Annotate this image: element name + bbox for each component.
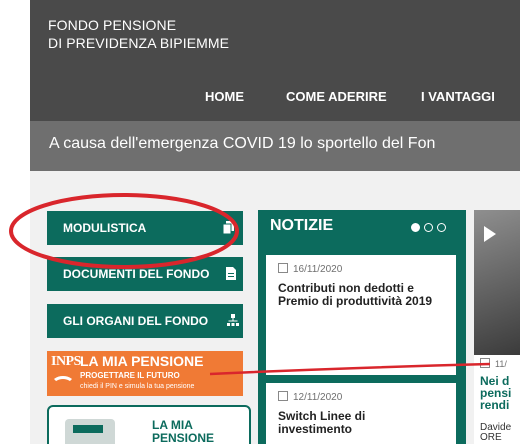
documenti-del-fondo-label: DOCUMENTI DEL FONDO [63, 267, 210, 281]
news-date-text: 16/11/2020 [293, 264, 343, 275]
page-frame: FONDO PENSIONE DI PREVIDENZA BIPIEMME HO… [30, 0, 520, 444]
news-title: NOTIZIE [270, 217, 334, 234]
inps-swoosh-icon [51, 376, 75, 394]
calendar-icon [278, 263, 288, 273]
document-icon [226, 267, 236, 280]
featured-article[interactable]: 11/ Nei d pensi rendi Davide ORE [474, 210, 520, 444]
news-card[interactable]: 12/11/2020 Switch Linee di investimento [266, 383, 456, 444]
inps-logo: INPS [51, 354, 81, 369]
inps-la-mia-pensione-banner[interactable]: INPS LA MIA PENSIONE PROGETTARE IL FUTUR… [47, 351, 243, 396]
play-icon[interactable] [484, 226, 496, 242]
main-nav: HOME COME ADERIRE I VANTAGGI [30, 89, 520, 107]
news-date: 16/11/2020 [278, 263, 342, 275]
carousel-dot-3[interactable] [437, 223, 446, 232]
nav-item-i-vantaggi[interactable]: I VANTAGGI [421, 89, 495, 104]
site-logo[interactable]: FONDO PENSIONE DI PREVIDENZA BIPIEMME [48, 16, 229, 52]
calculator-icon [65, 419, 115, 444]
featured-author: Davide ORE [480, 422, 512, 443]
featured-date-text: 11/ [495, 359, 507, 369]
nav-item-home[interactable]: HOME [205, 89, 244, 104]
site-header: FONDO PENSIONE DI PREVIDENZA BIPIEMME HO… [30, 0, 520, 121]
inps-subtitle: PROGETTARE IL FUTURO [80, 371, 180, 380]
modulistica-button[interactable]: MODULISTICA [47, 211, 243, 245]
la-mia-pensione-line-2: PENSIONE [152, 431, 215, 444]
la-mia-pensione-label: LA MIA PENSIONE [152, 419, 214, 444]
document-stack-icon [223, 221, 234, 234]
modulistica-label: MODULISTICA [63, 221, 147, 235]
news-date-text: 12/11/2020 [293, 392, 343, 403]
covid-banner-text: A causa dell'emergenza COVID 19 lo sport… [49, 135, 436, 152]
inps-title: LA MIA PENSIONE [80, 353, 204, 369]
carousel-dot-1[interactable] [411, 223, 420, 232]
brand-line-2: DI PREVIDENZA BIPIEMME [48, 35, 230, 51]
featured-title[interactable]: Nei d pensi rendi [480, 375, 511, 411]
covid-banner: A causa dell'emergenza COVID 19 lo sport… [30, 121, 520, 171]
news-panel: NOTIZIE 16/11/2020 Contributi non dedott… [258, 210, 466, 444]
gli-organi-del-fondo-label: GLI ORGANI DEL FONDO [63, 314, 209, 328]
news-headline[interactable]: Switch Linee di investimento [278, 410, 428, 436]
calendar-icon [278, 391, 288, 401]
org-chart-icon [227, 314, 239, 326]
featured-photo [474, 210, 520, 355]
news-card[interactable]: 16/11/2020 Contributi non dedotti e Prem… [266, 255, 456, 375]
la-mia-pensione-card[interactable]: LA MIA PENSIONE [47, 405, 251, 444]
documenti-del-fondo-button[interactable]: DOCUMENTI DEL FONDO [47, 257, 243, 291]
news-headline[interactable]: Contributi non dedotti e Premio di produ… [278, 282, 456, 308]
gli-organi-del-fondo-button[interactable]: GLI ORGANI DEL FONDO [47, 304, 243, 338]
inps-note: chiedi il PIN e simula la tua pensione [80, 383, 195, 390]
featured-date: 11/ [480, 358, 507, 369]
nav-item-come-aderire[interactable]: COME ADERIRE [286, 89, 387, 104]
news-date: 12/11/2020 [278, 391, 342, 403]
calendar-icon [480, 358, 490, 368]
brand-line-1: FONDO PENSIONE [48, 17, 177, 33]
carousel-dot-2[interactable] [424, 223, 433, 232]
